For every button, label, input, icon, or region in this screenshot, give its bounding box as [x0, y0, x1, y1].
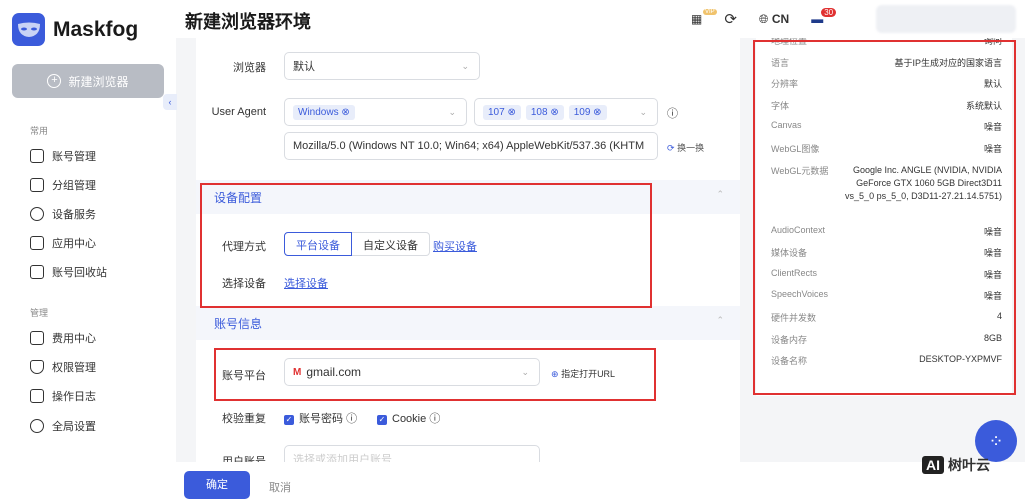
account-info-section-header[interactable]: 账号信息 ⌃	[196, 306, 740, 340]
highlight-box	[200, 183, 652, 308]
os-select[interactable]: Windows ⊗ ⌄	[284, 98, 467, 126]
checkbox-label: Cookie	[392, 413, 427, 425]
footer: 确定 取消	[176, 462, 1025, 500]
notification-count: 30	[821, 8, 837, 17]
user-agent-value: Mozilla/5.0 (Windows NT 10.0; Win64; x64…	[293, 140, 645, 152]
page-title: 新建浏览器环境	[185, 12, 311, 32]
shield-key-icon	[30, 360, 44, 374]
new-browser-button[interactable]: + 新建浏览器	[12, 64, 164, 98]
dup-check-label: 校验重复	[222, 413, 266, 425]
nav-label: 应用中心	[52, 238, 96, 250]
header: 新建浏览器环境 ▦ VIP ⟳ 🌐︎ CN ▬ 30	[176, 0, 1025, 38]
language-label: CN	[771, 11, 790, 26]
location-pin-icon	[30, 207, 44, 221]
highlight-box	[214, 348, 656, 401]
chevron-down-icon: ⌄	[639, 106, 647, 117]
nav-label: 分组管理	[52, 180, 96, 192]
version-tag[interactable]: 107 ⊗	[483, 104, 521, 120]
refresh-button[interactable]: ⟳	[724, 10, 737, 28]
info-icon[interactable]: ⓘ	[429, 413, 440, 425]
section-title: 账号信息	[214, 317, 263, 331]
hex-gear-icon	[30, 419, 44, 433]
group-label-manage: 管理	[30, 308, 49, 318]
browser-select[interactable]: 默认 ⌄	[284, 52, 480, 80]
checkbox-checked-icon: ✓	[284, 415, 294, 425]
confirm-button[interactable]: 确定	[184, 471, 250, 499]
os-tag[interactable]: Windows ⊗	[293, 104, 355, 120]
nav-label: 账号管理	[52, 151, 96, 163]
regenerate-label: 换一换	[677, 143, 705, 153]
user-account-label: 用户账号	[222, 456, 266, 462]
version-tag[interactable]: 108 ⊗	[525, 104, 564, 120]
version-tag[interactable]: 109 ⊗	[568, 104, 607, 120]
nav-label: 全局设置	[52, 421, 96, 433]
checkbox-checked-icon: ✓	[377, 415, 387, 425]
group-label-common: 常用	[30, 126, 49, 136]
folder-open-icon	[30, 178, 44, 192]
nav-label: 权限管理	[52, 362, 96, 374]
trash-icon	[30, 265, 44, 279]
nav-item-settings[interactable]: 全局设置	[30, 418, 96, 434]
nav-item-accounts[interactable]: 账号管理	[30, 148, 96, 164]
nav-item-permissions[interactable]: 权限管理	[30, 359, 96, 375]
dup-check-password[interactable]: ✓ 账号密码 ⓘ	[284, 410, 357, 426]
globe-icon: 🌐︎	[758, 11, 769, 26]
user-agent-label: User Agent	[211, 106, 266, 118]
user-profile[interactable]	[876, 5, 1016, 33]
chevron-up-icon: ⌃	[716, 315, 724, 325]
nav-item-device-service[interactable]: 设备服务	[30, 206, 96, 222]
plus-icon: +	[47, 74, 62, 88]
sidebar: Maskfog + 新建浏览器 ‹ 常用 账号管理 分组管理 设备服务 应用中心 …	[0, 0, 177, 500]
language-button[interactable]: 🌐︎ CN	[759, 12, 789, 27]
qr-vip-button[interactable]: ▦ VIP	[691, 9, 717, 26]
new-browser-label: 新建浏览器	[68, 74, 129, 89]
folder-list-icon	[30, 149, 44, 163]
user-account-placeholder: 选择或添加用户账号	[293, 454, 392, 462]
nav-item-recycle-bin[interactable]: 账号回收站	[30, 264, 107, 280]
tag-label: 107	[488, 106, 505, 118]
nav-item-billing[interactable]: 费用中心	[30, 330, 96, 346]
nav-label: 操作日志	[52, 391, 96, 403]
chevron-down-icon: ⌄	[448, 106, 456, 117]
checkbox-label: 账号密码	[299, 413, 343, 425]
highlight-box	[753, 40, 1016, 395]
mask-logo-icon	[12, 13, 45, 46]
browser-label: 浏览器	[233, 62, 266, 74]
dup-check-cookie[interactable]: ✓ Cookie ⓘ	[377, 410, 440, 426]
watermark-ai: AI	[922, 456, 944, 474]
watermark: AI 树叶云	[922, 455, 990, 475]
cancel-button[interactable]: 取消	[269, 479, 291, 495]
chevron-down-icon: ⌄	[461, 60, 469, 71]
tag-label: Windows	[298, 106, 339, 118]
regenerate-ua-button[interactable]: ⟳ 换一换	[667, 141, 704, 154]
user-account-select[interactable]: 选择或添加用户账号	[284, 445, 540, 462]
logo[interactable]: Maskfog	[12, 13, 138, 46]
clipboard-icon	[30, 389, 44, 403]
user-agent-input[interactable]: Mozilla/5.0 (Windows NT 10.0; Win64; x64…	[284, 132, 658, 160]
nav-label: 账号回收站	[52, 267, 107, 279]
tag-label: 109	[573, 106, 591, 118]
watermark-text: 树叶云	[948, 457, 990, 473]
receipt-dollar-icon	[30, 331, 44, 345]
qr-code-icon: ▦	[691, 12, 703, 26]
box-icon	[30, 236, 44, 250]
version-select[interactable]: 107 ⊗ 108 ⊗ 109 ⊗ ⌄	[474, 98, 658, 126]
app-name: Maskfog	[53, 17, 139, 41]
info-icon[interactable]: ⓘ	[346, 413, 357, 425]
browser-value: 默认	[293, 61, 315, 73]
refresh-icon: ⟳	[667, 143, 675, 153]
nav-label: 设备服务	[52, 209, 96, 221]
vip-badge: VIP	[703, 9, 717, 15]
notifications-button[interactable]: ▬ 30	[811, 8, 837, 26]
info-icon[interactable]: ⓘ	[667, 105, 678, 121]
nav-item-app-center[interactable]: 应用中心	[30, 235, 96, 251]
collapse-sidebar-button[interactable]: ‹	[163, 94, 177, 110]
nav-label: 费用中心	[52, 333, 96, 345]
tag-label: 108	[530, 106, 548, 118]
chevron-up-icon: ⌃	[716, 189, 724, 199]
nav-item-groups[interactable]: 分组管理	[30, 177, 96, 193]
nav-item-logs[interactable]: 操作日志	[30, 388, 96, 404]
